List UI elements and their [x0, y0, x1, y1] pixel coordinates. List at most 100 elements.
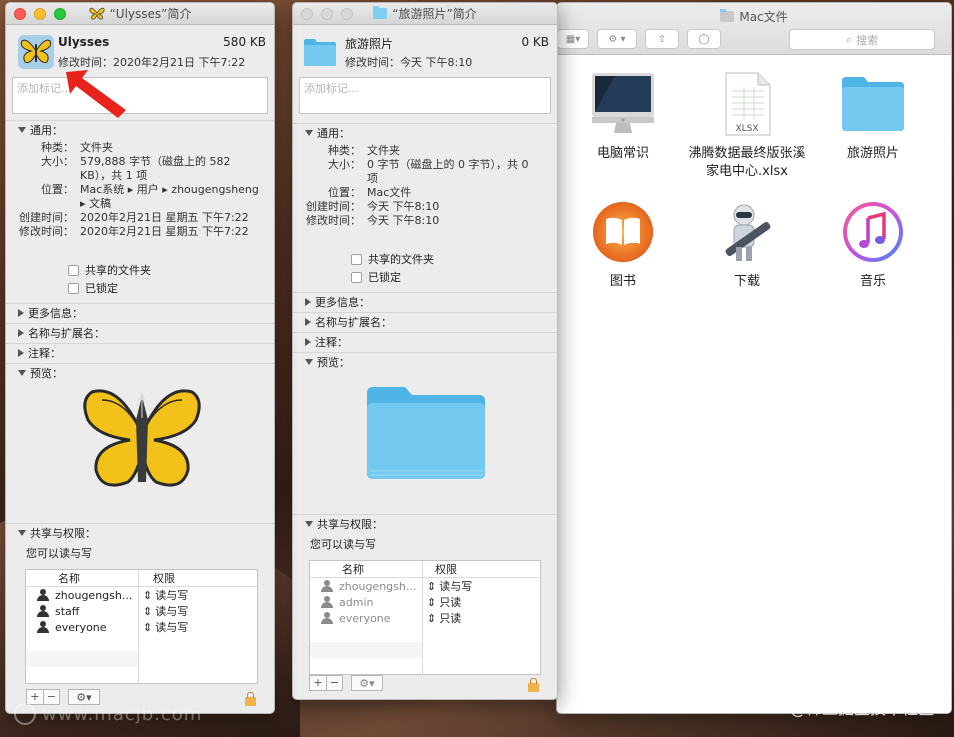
- close-button[interactable]: [14, 8, 26, 20]
- red-arrow-annotation: [66, 70, 126, 118]
- general-header[interactable]: 通用：: [6, 121, 274, 139]
- minimize-button[interactable]: [34, 8, 46, 20]
- remove-user-button[interactable]: −: [43, 690, 59, 704]
- folder-icon: [840, 71, 906, 137]
- col-priv-header[interactable]: 权限: [138, 570, 175, 586]
- sharing-section: 共享与权限： 您可以读与写 名称 权限 zhougengsh... ⇕ 读与写 a…: [293, 514, 557, 675]
- everyone-icon: [320, 612, 334, 624]
- finder-titlebar: Mac文件 ▦▾ ⚙ ▾ ⇧ ◯ ⌕ 搜索: [557, 3, 951, 55]
- zoom-button[interactable]: [341, 8, 353, 20]
- col-name-header[interactable]: 名称: [26, 570, 138, 586]
- access-note: 您可以读与写: [310, 538, 376, 551]
- disclosure-triangle-icon: [305, 318, 311, 326]
- info-row: 创建时间： 2020年2月21日 星期五 下午7:22: [19, 211, 249, 224]
- minimize-button[interactable]: [321, 8, 333, 20]
- disclosure-triangle-icon: [18, 370, 26, 376]
- more-info-section[interactable]: 更多信息：: [293, 292, 557, 311]
- locked-checkbox[interactable]: 已锁定: [351, 268, 557, 286]
- share-button[interactable]: ⇧: [645, 29, 679, 49]
- lock-icon[interactable]: [528, 678, 539, 692]
- col-priv-header[interactable]: 权限: [422, 561, 457, 577]
- stepper-icon: ⇕: [143, 620, 153, 634]
- comments-section[interactable]: 注释：: [293, 332, 557, 351]
- finder-item-label: 旅游照片: [846, 146, 899, 161]
- col-name-header[interactable]: 名称: [310, 561, 422, 577]
- table-row[interactable]: everyone ⇕ 读与写: [26, 619, 257, 635]
- finder-item[interactable]: 下载: [685, 199, 809, 291]
- tags-button[interactable]: ◯: [687, 29, 721, 49]
- table-row[interactable]: everyone ⇕ 只读: [310, 610, 540, 626]
- table-row[interactable]: staff ⇕ 读与写: [26, 603, 257, 619]
- bottom-toolbar: + − ⚙▾: [309, 675, 383, 691]
- preview-section: 预览：: [293, 352, 557, 514]
- sharing-header[interactable]: 共享与权限：: [6, 524, 274, 542]
- action-gear-button[interactable]: ⚙▾: [351, 675, 383, 691]
- add-user-button[interactable]: +: [310, 676, 326, 690]
- user-icon: [36, 589, 50, 601]
- table-row[interactable]: zhougengsh... ⇕ 读与写: [26, 587, 257, 603]
- search-field[interactable]: ⌕ 搜索: [789, 29, 935, 50]
- item-size: 580 KB: [223, 35, 266, 49]
- locked-checkbox[interactable]: 已锁定: [68, 279, 274, 297]
- info1-titlebar: “Ulysses”简介: [6, 3, 274, 25]
- info-header: Ulysses 580 KB 修改时间：2020年2月21日 下午7:22: [6, 25, 274, 77]
- finder-item[interactable]: 图书: [561, 199, 685, 291]
- tags-field[interactable]: 添加标记...: [299, 77, 551, 114]
- stepper-icon: ⇕: [427, 595, 437, 609]
- general-header[interactable]: 通用：: [293, 124, 557, 142]
- info-window-ulysses: “Ulysses”简介 Ulysses 580 KB 修改时间：2020年2月2…: [5, 2, 275, 714]
- disclosure-triangle-icon: [305, 298, 311, 306]
- disclosure-triangle-icon: [18, 309, 24, 317]
- name-ext-section[interactable]: 名称与扩展名：: [6, 323, 274, 342]
- view-options-button[interactable]: ▦▾: [557, 29, 589, 49]
- lock-icon[interactable]: [245, 692, 256, 706]
- stepper-icon: ⇕: [427, 579, 437, 593]
- info-row: 种类： 文件夹: [328, 144, 400, 157]
- remove-user-button[interactable]: −: [326, 676, 342, 690]
- finder-item[interactable]: XLSX 沸腾数据最终版张溪家电中心.xlsx: [685, 71, 809, 181]
- close-button[interactable]: [301, 8, 313, 20]
- add-user-button[interactable]: +: [27, 690, 43, 704]
- finder-item[interactable]: 音乐: [811, 199, 935, 291]
- search-icon: ⌕: [845, 32, 853, 46]
- stepper-icon: ⇕: [427, 611, 437, 625]
- imac-icon: [590, 71, 656, 137]
- zoom-button[interactable]: [54, 8, 66, 20]
- disclosure-triangle-icon: [18, 530, 26, 536]
- watermark-right: @稀土掘金技术社区: [789, 699, 934, 718]
- books-app-icon: [590, 199, 656, 265]
- disclosure-triangle-icon: [305, 521, 313, 527]
- finder-window: Mac文件 ▦▾ ⚙ ▾ ⇧ ◯ ⌕ 搜索 电脑常识 XLSX 沸腾数据最终版张…: [556, 2, 952, 714]
- shared-folder-checkbox[interactable]: 共享的文件夹: [68, 261, 274, 279]
- info-window-travel-photos: “旅游照片”简介 旅游照片 0 KB 修改时间：今天 下午8:10 添加标记..…: [292, 2, 558, 700]
- group-icon: [36, 605, 50, 617]
- general-section: 通用： 种类： 文件夹 大小： 0 字节（磁盘上的 0 字节），共 0 项 位置： M…: [293, 123, 557, 286]
- preview-header[interactable]: 预览：: [293, 353, 557, 371]
- info-row: 修改时间： 2020年2月21日 星期五 下午7:22: [19, 225, 249, 238]
- window-title: “旅游照片”简介: [392, 7, 477, 21]
- item-size: 0 KB: [521, 35, 549, 49]
- info-row: 创建时间： 今天 下午8:10: [306, 200, 440, 213]
- name-ext-section[interactable]: 名称与扩展名：: [293, 312, 557, 331]
- everyone-icon: [36, 621, 50, 633]
- table-row[interactable]: zhougengsh... ⇕ 读与写: [310, 578, 540, 594]
- comments-section[interactable]: 注释：: [6, 343, 274, 362]
- finder-item[interactable]: 电脑常识: [561, 71, 685, 163]
- finder-item[interactable]: 旅游照片: [811, 71, 935, 163]
- more-info-section[interactable]: 更多信息：: [6, 303, 274, 322]
- user-icon: [320, 580, 334, 592]
- info-row: 大小： 579,888 字节（磁盘上的 582 KB），共 1 项: [41, 155, 231, 182]
- table-row[interactable]: admin ⇕ 只读: [310, 594, 540, 610]
- preview-header[interactable]: 预览：: [6, 364, 274, 382]
- sharing-header[interactable]: 共享与权限：: [293, 515, 557, 533]
- info-row: 修改时间： 今天 下午8:10: [306, 214, 440, 227]
- action-gear-button[interactable]: ⚙ ▾: [597, 29, 637, 49]
- stepper-icon: ⇕: [143, 604, 153, 618]
- tags-field[interactable]: 添加标记...: [12, 77, 268, 114]
- finder-item-label: 电脑常识: [596, 146, 649, 161]
- ulysses-app-icon: [18, 35, 54, 69]
- info-row: 大小： 0 字节（磁盘上的 0 字节），共 0 项: [328, 158, 529, 185]
- finder-title: Mac文件: [739, 10, 788, 24]
- permissions-table: 名称 权限 zhougengsh... ⇕ 读与写 staff ⇕ 读与写 ever…: [25, 569, 258, 684]
- shared-folder-checkbox[interactable]: 共享的文件夹: [351, 250, 557, 268]
